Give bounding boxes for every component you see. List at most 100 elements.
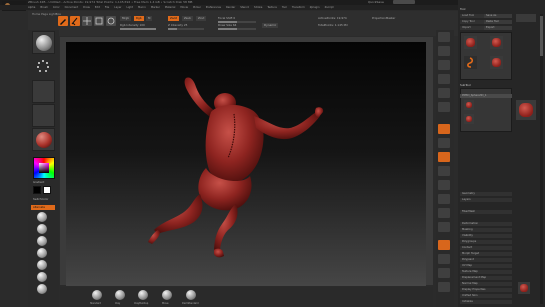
m-button[interactable]: M [146, 16, 153, 21]
menu-item[interactable]: Draw [83, 6, 90, 9]
deformation-menu[interactable]: Deformation [460, 222, 512, 226]
menu-item[interactable]: Texture [267, 6, 277, 9]
menu-item[interactable]: Alpha [28, 6, 35, 9]
menu-item[interactable]: Layer [114, 6, 121, 9]
polygroups-menu[interactable]: Polygroups [460, 240, 512, 244]
tool-sphere-icon[interactable] [37, 212, 47, 222]
zoom-button[interactable] [438, 74, 450, 84]
menu-item[interactable]: Movie [180, 6, 188, 9]
scale-view-button[interactable] [438, 208, 450, 218]
fibermesh-menu[interactable]: FiberMesh [460, 210, 512, 214]
menu-item[interactable]: Zplugin [310, 6, 320, 9]
polyf-button[interactable] [438, 240, 450, 250]
tool-sphere-icon[interactable] [37, 248, 47, 258]
menu-item[interactable]: Edit [95, 6, 100, 9]
menu-item[interactable]: Render [226, 6, 235, 9]
color-picker[interactable] [33, 157, 55, 179]
initialize-menu[interactable]: Initialize [460, 300, 512, 304]
menu-item[interactable]: Preferences [206, 6, 221, 9]
tool-palette-title[interactable]: Tool [460, 7, 465, 11]
zadd-button[interactable]: Zadd [168, 16, 180, 21]
z-intensity-slider[interactable] [168, 28, 204, 30]
subtool-item[interactable]: PM3D_Sphere3D_1 [460, 94, 512, 98]
color-square[interactable] [39, 163, 49, 173]
standard-brush-icon[interactable] [92, 290, 102, 300]
palette-scrollbar[interactable] [540, 14, 543, 304]
menu-item[interactable]: Light [126, 6, 132, 9]
texture-map-menu[interactable]: Texture Map [460, 270, 512, 274]
morph-target-menu[interactable]: Morph Target [460, 252, 512, 256]
visibility-menu[interactable]: Visibility [460, 234, 512, 238]
ghost-button[interactable] [438, 268, 450, 278]
menu-item[interactable]: Picker [193, 6, 201, 9]
export-button[interactable]: Export [484, 26, 512, 30]
paste-tool-button[interactable]: Paste Tool [484, 20, 512, 24]
displacement-map-menu[interactable]: Displacement Map [460, 276, 512, 280]
edit-button[interactable] [58, 16, 68, 26]
subtool-thumbnail[interactable] [464, 114, 474, 124]
masking-menu[interactable]: Masking [460, 228, 512, 232]
brush-selector[interactable] [32, 31, 55, 54]
document-canvas[interactable] [66, 42, 426, 286]
solo-button[interactable] [438, 282, 450, 292]
uv-map-menu[interactable]: UV Map [460, 264, 512, 268]
menu-item[interactable]: Document [65, 6, 78, 9]
switch-color-label[interactable]: SwitchColor [33, 198, 48, 201]
move-brush-icon[interactable] [162, 290, 172, 300]
unified-skin-menu[interactable]: Unified Skin [460, 294, 512, 298]
rotate-button[interactable] [106, 16, 116, 26]
lsym-button[interactable] [438, 166, 450, 176]
layers-menu[interactable]: Layers [460, 198, 512, 202]
stroke-dots-icon[interactable] [35, 58, 51, 74]
scroll-button[interactable] [438, 60, 450, 70]
material-thumbnail[interactable] [518, 282, 530, 294]
subtool-header[interactable]: SubTool [460, 83, 471, 87]
dynamic-button[interactable]: Dynamic [262, 23, 279, 28]
menu-item[interactable]: Stencil [240, 6, 249, 9]
tool-sphere-icon[interactable] [37, 284, 47, 294]
normal-map-menu[interactable]: Normal Map [460, 282, 512, 286]
tool-thumbnail[interactable] [490, 56, 503, 69]
polypaint-menu[interactable]: Polypaint [460, 258, 512, 262]
menu-item[interactable]: Tool [282, 6, 287, 9]
zsub-button[interactable]: Zsub [182, 16, 193, 21]
scale-button[interactable] [94, 16, 104, 26]
gradient-label[interactable]: Gradient [33, 181, 44, 184]
projection-master-button[interactable]: ProjectionMaster [372, 16, 395, 20]
texture-selector[interactable] [32, 104, 55, 127]
zcut-button[interactable]: Zcut [196, 16, 207, 21]
secondary-color-swatch[interactable] [33, 186, 41, 194]
claybuildup-brush-icon[interactable] [138, 290, 148, 300]
alpha-selector[interactable] [32, 80, 55, 103]
tool-thumbnail[interactable] [490, 36, 503, 49]
floor-button[interactable] [438, 138, 450, 148]
tool-sphere-icon[interactable] [37, 224, 47, 234]
rotate-view-button[interactable] [438, 222, 450, 232]
persp-button[interactable] [438, 124, 450, 134]
draw-size-slider[interactable] [218, 28, 256, 30]
menu-item[interactable]: Material [165, 6, 176, 9]
tool-thumbnail[interactable] [464, 36, 477, 49]
tool-preview[interactable] [516, 14, 536, 22]
menu-item[interactable]: Marker [151, 6, 160, 9]
move-button[interactable] [82, 16, 92, 26]
quicksave-button[interactable]: QuickSave [368, 0, 384, 4]
menu-item[interactable]: Color [53, 6, 60, 9]
scrollbar-thumb[interactable] [540, 16, 543, 56]
actual-button[interactable] [438, 88, 450, 98]
transp-button[interactable] [438, 254, 450, 264]
material-selector[interactable] [32, 128, 55, 151]
save-as-button[interactable]: Save As [484, 14, 512, 18]
rgb-button[interactable]: Rgb [134, 16, 144, 21]
tool-sphere-icon[interactable] [37, 272, 47, 282]
large-tool-thumbnail[interactable] [516, 100, 536, 120]
tool-sphere-icon[interactable] [37, 236, 47, 246]
tool-sphere-icon[interactable] [37, 260, 47, 270]
menus-toggle[interactable] [393, 0, 415, 4]
menu-item[interactable]: Stroke [254, 6, 262, 9]
spix-button[interactable] [438, 46, 450, 56]
damstandard-brush-icon[interactable] [186, 290, 196, 300]
draw-button[interactable] [70, 16, 80, 26]
bpr-button[interactable] [438, 32, 450, 42]
menu-item[interactable]: Macro [138, 6, 146, 9]
